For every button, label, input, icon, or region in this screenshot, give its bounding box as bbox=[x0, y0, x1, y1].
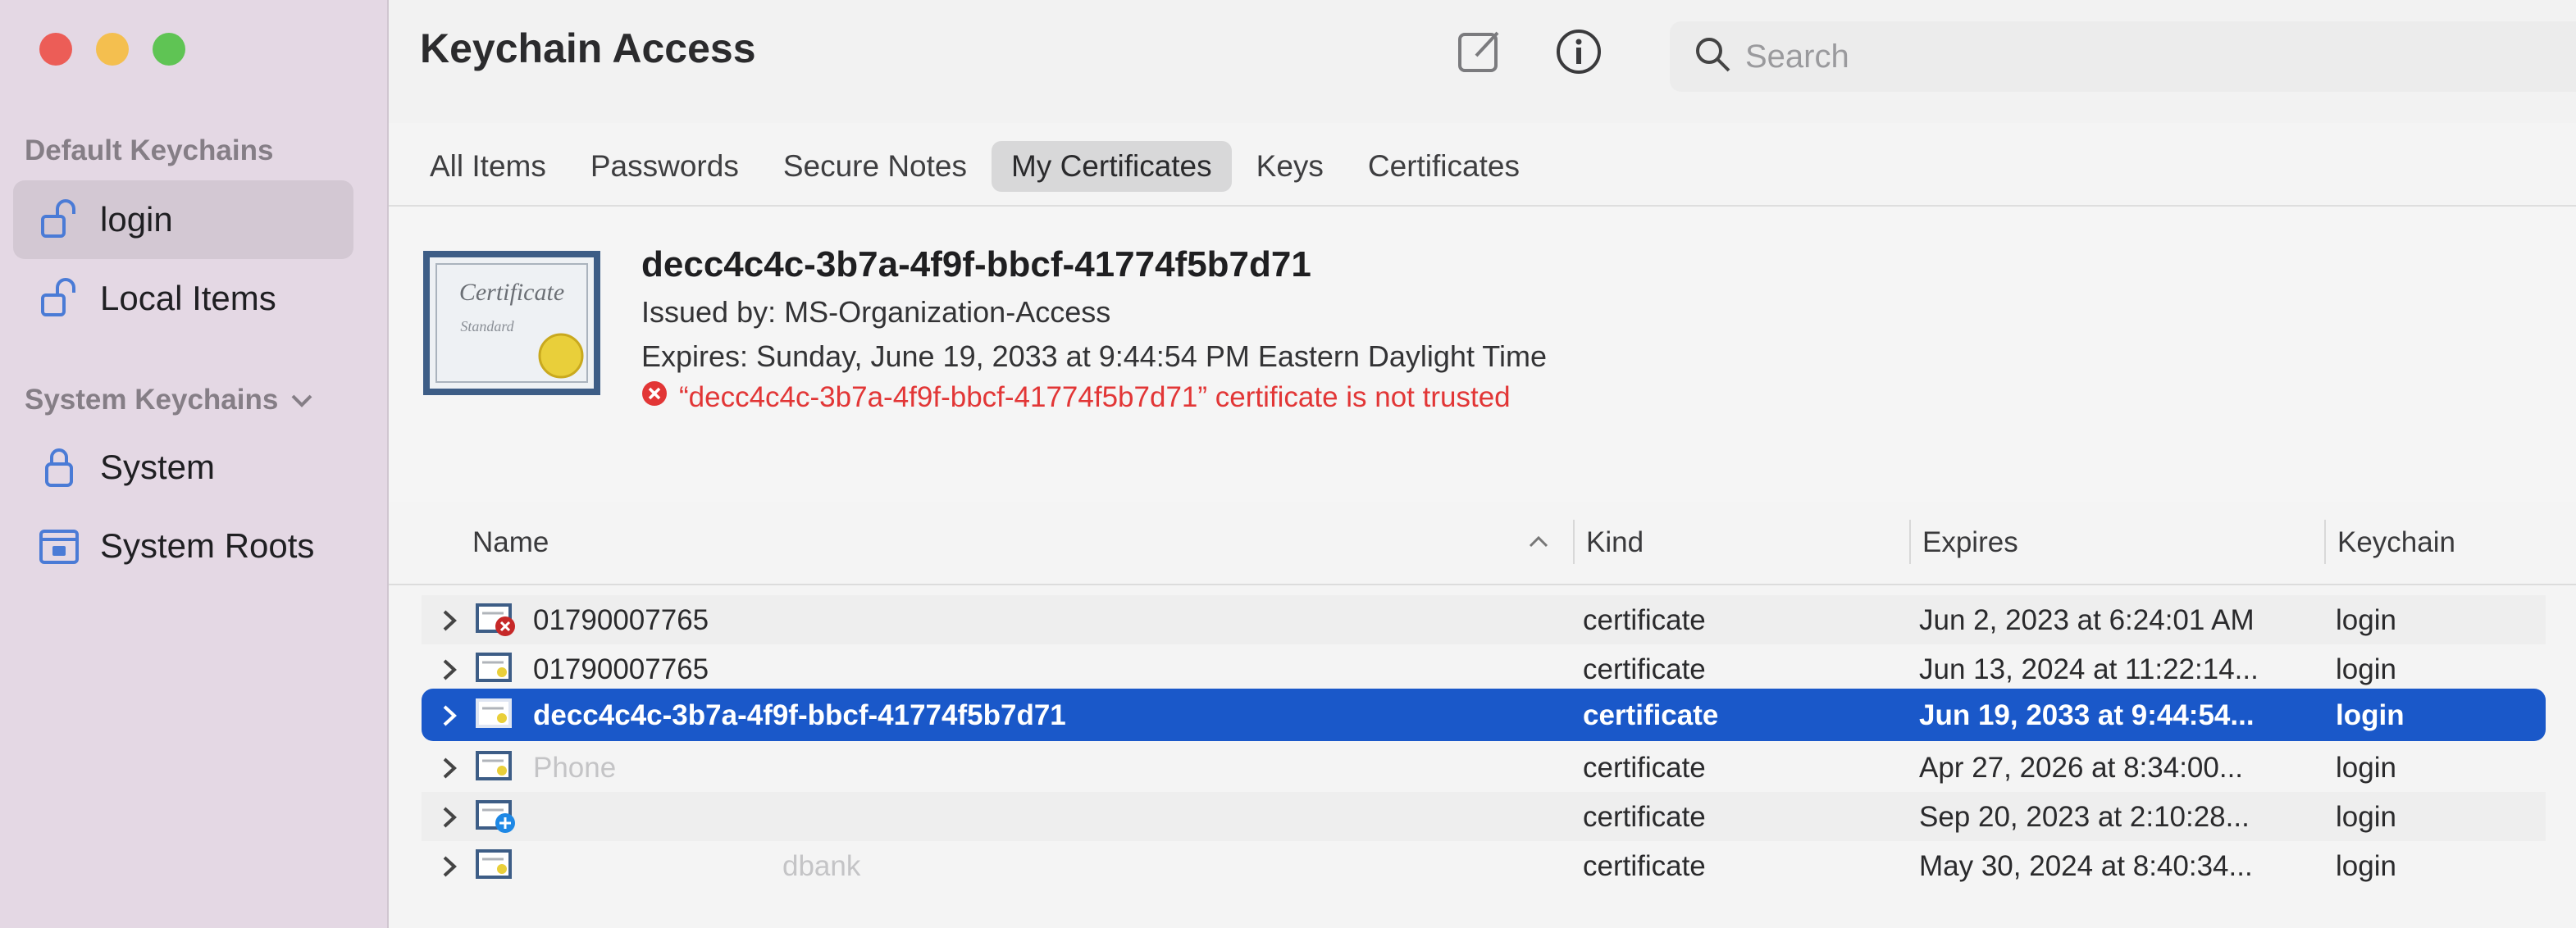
certificate-large-icon: Certificate Standard bbox=[422, 249, 602, 397]
unlocked-padlock-icon bbox=[34, 274, 84, 323]
row-kind: certificate bbox=[1583, 752, 1706, 784]
certificate-plus-icon bbox=[476, 798, 517, 835]
sidebar-section-system-keychains[interactable]: System Keychains bbox=[25, 384, 314, 416]
column-header-expires[interactable]: Expires bbox=[1922, 526, 2018, 559]
error-x-icon bbox=[641, 380, 668, 414]
column-separator[interactable] bbox=[1909, 520, 1911, 564]
row-name: 01790007765 bbox=[533, 653, 709, 685]
disclosure-chevron-icon[interactable] bbox=[440, 754, 461, 782]
row-keychain: login bbox=[2336, 699, 2405, 731]
sidebar-item-system-roots[interactable]: System Roots bbox=[13, 507, 353, 585]
tab-my-certificates[interactable]: My Certificates bbox=[991, 141, 1232, 192]
tab-certificates[interactable]: Certificates bbox=[1348, 141, 1539, 192]
toolbar: Keychain Access bbox=[389, 0, 2576, 123]
main-pane: Keychain Access All Items Passwords Secu… bbox=[389, 0, 2576, 928]
search-input[interactable] bbox=[1744, 37, 2485, 76]
table-header: Name Kind Expires Keychain bbox=[389, 502, 2576, 585]
certificate-icon bbox=[476, 848, 517, 884]
certificate-issuer: Issued by: MS-Organization-Access bbox=[641, 295, 1111, 329]
sort-ascending-icon[interactable] bbox=[1527, 533, 1550, 553]
table-row[interactable]: 01790007765 certificate Jun 13, 2024 at … bbox=[422, 644, 2546, 694]
table-row[interactable]: Phone certificate Apr 27, 2026 at 8:34:0… bbox=[422, 743, 2546, 792]
certificate-icon bbox=[476, 697, 517, 733]
certificate-subword: Standard bbox=[460, 318, 514, 334]
certificate-detail: Certificate Standard decc4c4c-3b7a-4f9f-… bbox=[389, 207, 2576, 502]
new-item-button[interactable] bbox=[1452, 25, 1509, 82]
sidebar-item-local-items[interactable]: Local Items bbox=[13, 259, 353, 338]
row-expires: Jun 13, 2024 at 11:22:14... bbox=[1919, 653, 2259, 685]
row-keychain: login bbox=[2336, 752, 2396, 784]
close-window-button[interactable] bbox=[39, 33, 72, 66]
row-kind: certificate bbox=[1583, 850, 1706, 882]
certificate-icon bbox=[476, 749, 517, 785]
disclosure-chevron-icon[interactable] bbox=[440, 803, 461, 831]
table-row[interactable]: dbank certificate May 30, 2024 at 8:40:3… bbox=[422, 841, 2546, 890]
row-name: 01790007765 bbox=[533, 604, 709, 636]
column-separator[interactable] bbox=[2324, 520, 2326, 564]
column-header-keychain[interactable]: Keychain bbox=[2337, 526, 2455, 559]
compose-icon bbox=[1457, 28, 1504, 80]
row-name: decc4c4c-3b7a-4f9f-bbcf-41774f5b7d71 bbox=[533, 699, 1066, 731]
row-kind: certificate bbox=[1583, 801, 1706, 833]
category-tabs: All Items Passwords Secure Notes My Cert… bbox=[410, 139, 1544, 193]
search-icon bbox=[1694, 36, 1732, 78]
tab-all-items[interactable]: All Items bbox=[410, 141, 566, 192]
sidebar-section-default-keychains: Default Keychains bbox=[25, 134, 274, 166]
row-keychain: login bbox=[2336, 801, 2396, 833]
row-kind: certificate bbox=[1583, 604, 1706, 636]
minimize-window-button[interactable] bbox=[96, 33, 129, 66]
app-title: Keychain Access bbox=[420, 25, 756, 71]
row-name: Phone bbox=[533, 752, 617, 784]
disclosure-chevron-icon[interactable] bbox=[440, 656, 461, 684]
sidebar-item-login[interactable]: login bbox=[13, 180, 353, 259]
chevron-down-icon bbox=[290, 384, 314, 416]
row-expires: Apr 27, 2026 at 8:34:00... bbox=[1919, 752, 2244, 784]
row-kind: certificate bbox=[1583, 699, 1719, 731]
cabinet-lock-icon bbox=[34, 521, 84, 571]
certificate-word: Certificate bbox=[459, 279, 564, 306]
row-keychain: login bbox=[2336, 604, 2396, 636]
row-keychain: login bbox=[2336, 850, 2396, 882]
disclosure-chevron-icon[interactable] bbox=[440, 702, 461, 730]
row-expires: May 30, 2024 at 8:40:34... bbox=[1919, 850, 2253, 882]
table-row-selected[interactable]: decc4c4c-3b7a-4f9f-bbcf-41774f5b7d71 cer… bbox=[422, 689, 2546, 741]
table-row[interactable]: 01790007765 certificate Jun 2, 2023 at 6… bbox=[422, 595, 2546, 644]
row-expires: Sep 20, 2023 at 2:10:28... bbox=[1919, 801, 2250, 833]
row-name: dbank bbox=[782, 850, 861, 882]
search-field[interactable] bbox=[1670, 21, 2576, 92]
trust-status: “decc4c4c-3b7a-4f9f-bbcf-41774f5b7d71” c… bbox=[641, 380, 1511, 414]
certificate-title: decc4c4c-3b7a-4f9f-bbcf-41774f5b7d71 bbox=[641, 244, 1311, 284]
info-button[interactable] bbox=[1550, 25, 1607, 82]
zoom-window-button[interactable] bbox=[153, 33, 185, 66]
certificate-expiry: Expires: Sunday, June 19, 2033 at 9:44:5… bbox=[641, 339, 1547, 373]
table-row[interactable]: certificate Sep 20, 2023 at 2:10:28... l… bbox=[422, 792, 2546, 841]
row-expires: Jun 19, 2033 at 9:44:54... bbox=[1919, 699, 2255, 731]
tab-passwords[interactable]: Passwords bbox=[571, 141, 759, 192]
column-separator[interactable] bbox=[1573, 520, 1575, 564]
sidebar-item-system[interactable]: System bbox=[13, 428, 353, 507]
certificate-icon bbox=[476, 651, 517, 687]
column-header-kind[interactable]: Kind bbox=[1586, 526, 1644, 559]
disclosure-chevron-icon[interactable] bbox=[440, 853, 461, 880]
row-kind: certificate bbox=[1583, 653, 1706, 685]
info-icon bbox=[1554, 27, 1603, 80]
certificate-error-icon bbox=[476, 602, 517, 638]
tab-keys[interactable]: Keys bbox=[1237, 141, 1343, 192]
tab-secure-notes[interactable]: Secure Notes bbox=[764, 141, 987, 192]
disclosure-chevron-icon[interactable] bbox=[440, 607, 461, 635]
unlocked-padlock-icon bbox=[34, 195, 84, 244]
column-header-name[interactable]: Name bbox=[472, 526, 549, 559]
row-keychain: login bbox=[2336, 653, 2396, 685]
sidebar: Default Keychains login Local Items Syst… bbox=[0, 0, 389, 928]
padlock-icon bbox=[34, 443, 84, 492]
row-expires: Jun 2, 2023 at 6:24:01 AM bbox=[1919, 604, 2255, 636]
